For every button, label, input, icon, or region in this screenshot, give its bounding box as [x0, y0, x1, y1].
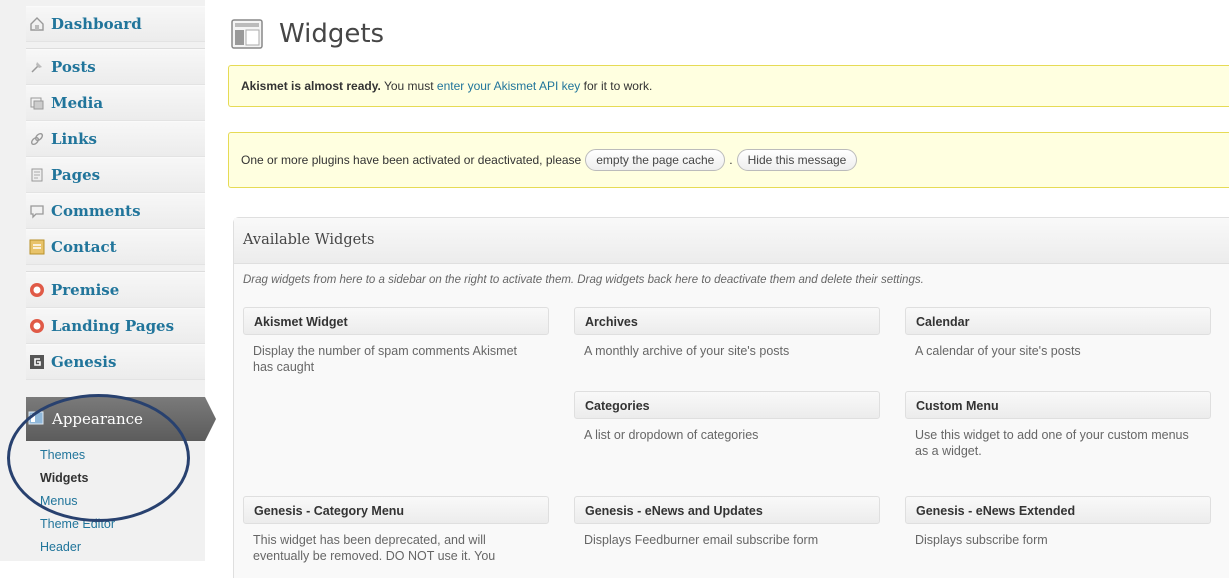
menu-pages-label: Pages [51, 166, 101, 184]
landing-pages-icon [28, 317, 46, 335]
page-title: Widgets [279, 19, 385, 49]
widget-genesis-category-menu[interactable]: Genesis - Category Menu This widget has … [243, 496, 549, 564]
widget-description: Display the number of spam comments Akis… [253, 344, 517, 374]
appearance-submenu: Themes Widgets Menus Theme Editor Header [40, 444, 205, 559]
menu-posts[interactable]: Posts [26, 49, 205, 85]
comments-icon [28, 202, 46, 220]
available-widgets-heading[interactable]: Available Widgets [234, 218, 1229, 264]
akismet-notice-text-end: for it to work. [580, 79, 653, 93]
dashboard-icon [28, 15, 46, 33]
akismet-notice-bold: Akismet is almost ready. [241, 79, 381, 93]
akismet-notice-text: You must [380, 79, 437, 93]
menu-contact-label: Contact [51, 238, 117, 256]
menu-appearance[interactable]: Appearance [26, 397, 216, 441]
genesis-icon [28, 353, 46, 371]
menu-dashboard[interactable]: Dashboard [26, 6, 205, 42]
widget-description: Displays subscribe form [915, 533, 1048, 547]
widget-title[interactable]: Archives [574, 307, 880, 335]
widget-description: This widget has been deprecated, and wil… [253, 533, 496, 563]
menu-pages[interactable]: Pages [26, 157, 205, 193]
widget-calendar[interactable]: Calendar A calendar of your site's posts [905, 307, 1211, 359]
akismet-notice: Akismet is almost ready. You must enter … [228, 65, 1229, 107]
cache-notice: One or more plugins have been activated … [228, 132, 1229, 188]
widget-title[interactable]: Genesis - eNews Extended [905, 496, 1211, 524]
menu-links-label: Links [51, 130, 97, 148]
main-content: Widgets Akismet is almost ready. You mus… [205, 0, 1229, 578]
widget-description: Displays Feedburner email subscribe form [584, 533, 819, 547]
widget-description: A list or dropdown of categories [584, 428, 759, 442]
menu-media-label: Media [51, 94, 104, 112]
widget-genesis-enews-updates[interactable]: Genesis - eNews and Updates Displays Fee… [574, 496, 880, 548]
contact-icon [28, 238, 46, 256]
premise-icon [28, 281, 46, 299]
menu-landing-pages-label: Landing Pages [51, 317, 175, 335]
media-icon [28, 94, 46, 112]
akismet-api-key-link[interactable]: enter your Akismet API key [437, 79, 580, 93]
cache-notice-separator: . [729, 153, 733, 167]
menu-landing-pages[interactable]: Landing Pages [26, 308, 205, 344]
menu-comments-label: Comments [51, 202, 141, 220]
empty-page-cache-button[interactable]: empty the page cache [585, 149, 726, 171]
menu-genesis-label: Genesis [51, 353, 117, 371]
menu-appearance-label: Appearance [52, 410, 143, 428]
widget-title[interactable]: Genesis - eNews and Updates [574, 496, 880, 524]
submenu-widgets[interactable]: Widgets [40, 467, 205, 490]
widget-archives[interactable]: Archives A monthly archive of your site'… [574, 307, 880, 359]
widget-title[interactable]: Categories [574, 391, 880, 419]
menu-premise-label: Premise [51, 281, 120, 299]
menu-dashboard-label: Dashboard [51, 15, 142, 33]
hide-message-button[interactable]: Hide this message [736, 149, 858, 171]
submenu-header[interactable]: Header [40, 536, 205, 559]
submenu-theme-editor[interactable]: Theme Editor [40, 513, 205, 536]
menu-genesis[interactable]: Genesis [26, 344, 205, 380]
widget-title[interactable]: Akismet Widget [243, 307, 549, 335]
widget-description: A monthly archive of your site's posts [584, 344, 790, 358]
widget-genesis-enews-extended[interactable]: Genesis - eNews Extended Displays subscr… [905, 496, 1211, 548]
links-icon [28, 130, 46, 148]
available-widgets-description: Drag widgets from here to a sidebar on t… [243, 274, 924, 286]
menu-links[interactable]: Links [26, 121, 205, 157]
cache-notice-text: One or more plugins have been activated … [241, 153, 582, 167]
widget-title[interactable]: Genesis - Category Menu [243, 496, 549, 524]
menu-comments[interactable]: Comments [26, 193, 205, 229]
admin-sidebar: Dashboard Posts Media Links Pages Commen… [0, 0, 216, 561]
widget-title[interactable]: Calendar [905, 307, 1211, 335]
menu-separator [26, 265, 205, 272]
submenu-themes[interactable]: Themes [40, 444, 205, 467]
available-widgets-panel: Available Widgets Drag widgets from here… [233, 217, 1229, 578]
submenu-menus[interactable]: Menus [40, 490, 205, 513]
widget-title[interactable]: Custom Menu [905, 391, 1211, 419]
widgets-icon [231, 18, 263, 50]
menu-separator [26, 42, 205, 49]
menu-media[interactable]: Media [26, 85, 205, 121]
menu-contact[interactable]: Contact [26, 229, 205, 265]
posts-pin-icon [28, 58, 46, 76]
widget-description: A calendar of your site's posts [915, 344, 1081, 358]
page-header: Widgets [231, 18, 384, 50]
widget-categories[interactable]: Categories A list or dropdown of categor… [574, 391, 880, 443]
pages-icon [28, 166, 46, 184]
menu-premise[interactable]: Premise [26, 272, 205, 308]
widget-description: Use this widget to add one of your custo… [915, 428, 1189, 458]
widget-custom-menu[interactable]: Custom Menu Use this widget to add one o… [905, 391, 1211, 459]
menu-posts-label: Posts [51, 58, 96, 76]
widget-akismet[interactable]: Akismet Widget Display the number of spa… [243, 307, 549, 375]
appearance-icon [28, 410, 46, 428]
